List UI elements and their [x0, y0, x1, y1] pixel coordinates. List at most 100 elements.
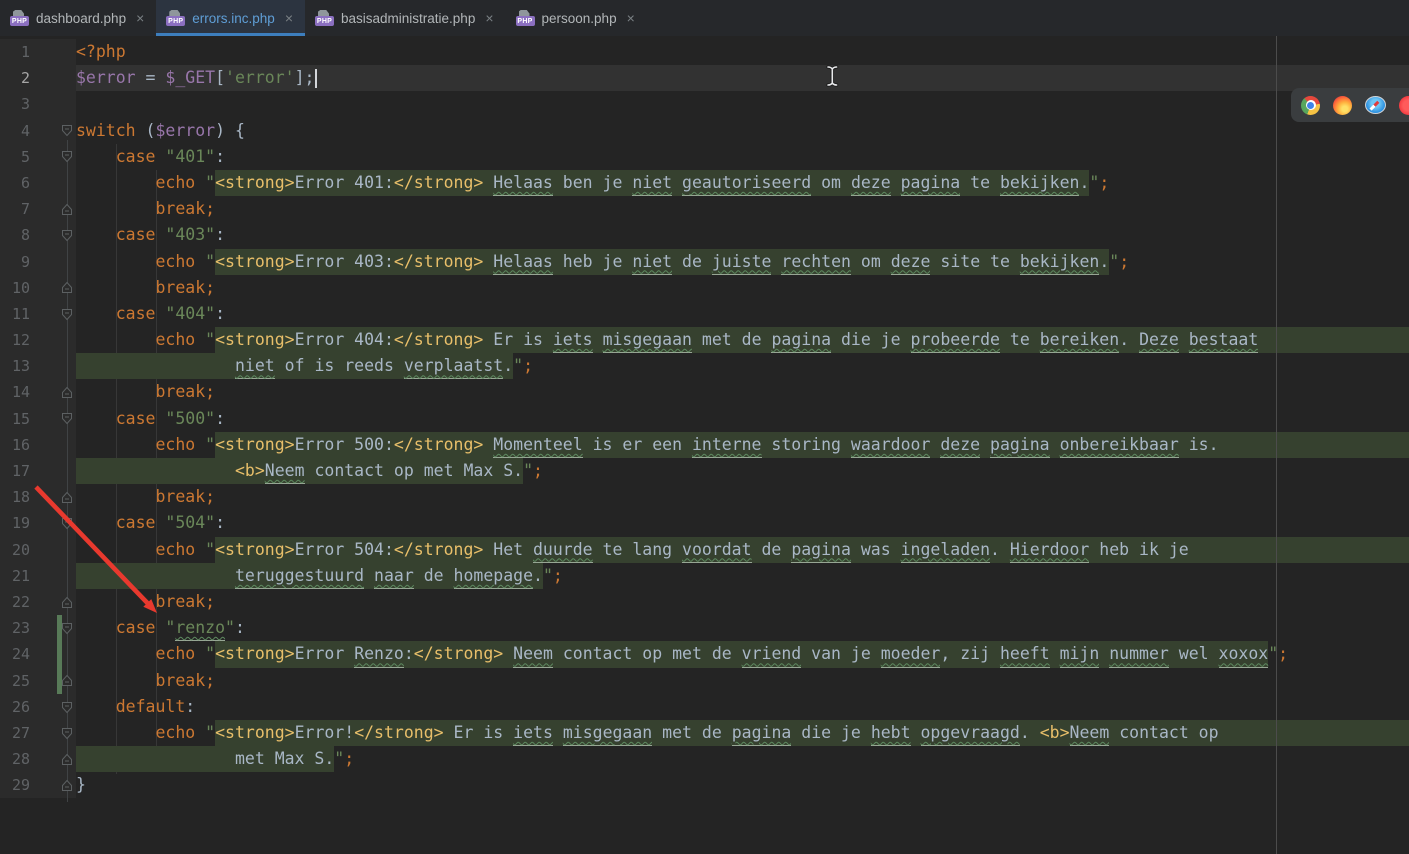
gutter-cell: 21 [0, 563, 76, 589]
chrome-icon[interactable] [1301, 96, 1320, 115]
code-token [76, 563, 235, 589]
line-number: 14 [0, 379, 30, 405]
line-number: 1 [0, 39, 30, 65]
code-editor[interactable]: 1<?php2$error = $_GET['error'];34switch … [0, 36, 1409, 854]
fold-marker-end-icon[interactable] [61, 203, 73, 216]
code-line-content: echo "<strong>Error 500:</strong> Moment… [76, 432, 1409, 458]
code-line-content: echo "<strong>Error 504:</strong> Het du… [76, 537, 1409, 563]
gutter-cell: 12 [0, 327, 76, 353]
code-token [1099, 641, 1109, 667]
code-token: " [205, 641, 215, 667]
fold-marker-end-icon[interactable] [61, 779, 73, 792]
fold-marker-end-icon[interactable] [61, 674, 73, 687]
code-token: bekijken [1000, 170, 1079, 196]
code-token: break; [155, 196, 215, 222]
fold-marker-end-icon[interactable] [61, 596, 73, 609]
code-token: . [1119, 327, 1139, 353]
code-token [503, 641, 513, 667]
close-icon[interactable]: × [485, 11, 493, 25]
tab-persoon.php[interactable]: PHPpersoon.php× [506, 0, 647, 36]
code-token: break; [155, 275, 215, 301]
code-token: <strong> [215, 249, 294, 275]
tab-label: basisadministratie.php [341, 11, 475, 26]
code-line-content: echo "<strong>Error 404:</strong> Er is … [76, 327, 1409, 353]
code-token: moeder [881, 641, 941, 667]
code-token [364, 563, 374, 589]
code-token [76, 668, 155, 694]
code-token: ) { [215, 118, 245, 144]
code-token: " [165, 615, 175, 641]
code-token: $error [76, 65, 136, 91]
code-line-content: break; [76, 668, 1409, 694]
right-margin-guide [1276, 36, 1277, 854]
code-token: <strong> [215, 432, 294, 458]
code-token: Er is [483, 327, 553, 353]
opera-icon[interactable] [1399, 96, 1409, 115]
code-token: : [185, 694, 195, 720]
code-token: case [116, 615, 166, 641]
firefox-icon[interactable] [1333, 96, 1352, 115]
code-token: . [1099, 249, 1109, 275]
fold-marker-open-icon[interactable] [61, 308, 73, 321]
tab-dashboard.php[interactable]: PHPdashboard.php× [0, 0, 156, 36]
code-token: storing [762, 432, 851, 458]
code-token [76, 510, 116, 536]
code-lines: 1<?php2$error = $_GET['error'];34switch … [0, 36, 1409, 854]
code-line: 18 break; [0, 484, 1409, 510]
tab-errors.inc.php[interactable]: PHPerrors.inc.php× [156, 0, 305, 36]
code-token: " [334, 746, 344, 772]
fold-marker-end-icon[interactable] [61, 491, 73, 504]
fold-marker-open-icon[interactable] [61, 622, 73, 635]
code-token [76, 170, 155, 196]
fold-marker-end-icon[interactable] [61, 753, 73, 766]
code-token: $error [155, 118, 215, 144]
fold-marker-end-icon[interactable] [61, 386, 73, 399]
code-token: heb ik je [1089, 537, 1188, 563]
fold-marker-end-icon[interactable] [61, 281, 73, 294]
code-token: niet [632, 249, 672, 275]
code-token: deze [891, 249, 931, 275]
fold-marker-open-icon[interactable] [61, 701, 73, 714]
code-token: </strong> [394, 170, 483, 196]
fold-marker-open-icon[interactable] [61, 727, 73, 740]
code-token: contact op met de [553, 641, 742, 667]
line-number: 10 [0, 275, 30, 301]
code-line: 26 default: [0, 694, 1409, 720]
gutter-cell: 9 [0, 249, 76, 275]
code-token [76, 196, 155, 222]
code-token: geautoriseerd [682, 170, 811, 196]
close-icon[interactable]: × [285, 11, 293, 25]
close-icon[interactable]: × [136, 11, 144, 25]
line-number: 18 [0, 484, 30, 510]
code-token: Neem [513, 641, 553, 667]
safari-icon[interactable] [1365, 96, 1386, 114]
code-line-content: <?php [76, 39, 1409, 65]
fold-marker-open-icon[interactable] [61, 124, 73, 137]
code-token: is er een [583, 432, 692, 458]
code-token: pagina [990, 432, 1050, 458]
fold-marker-open-icon[interactable] [61, 412, 73, 425]
code-token: "404" [165, 301, 215, 327]
close-icon[interactable]: × [627, 11, 635, 25]
code-token: ; [1119, 249, 1129, 275]
tab-basisadministratie.php[interactable]: PHPbasisadministratie.php× [305, 0, 506, 36]
code-token: wel [1169, 641, 1219, 667]
code-token: : [215, 406, 225, 432]
gutter-cell: 2 [0, 65, 76, 91]
code-line-content: case "renzo": [76, 615, 1409, 641]
code-token [1050, 641, 1060, 667]
code-line: 11 case "404": [0, 301, 1409, 327]
code-token: : [235, 615, 245, 641]
code-line-content: break; [76, 379, 1409, 405]
code-token: Helaas [493, 249, 553, 275]
fold-marker-open-icon[interactable] [61, 150, 73, 163]
code-line-content: case "404": [76, 301, 1409, 327]
code-line: 23 case "renzo": [0, 615, 1409, 641]
code-token: naar [374, 563, 414, 589]
code-token: . [1020, 720, 1040, 746]
code-token: bekijken [1020, 249, 1099, 275]
fold-marker-open-icon[interactable] [61, 229, 73, 242]
code-token: xoxox [1219, 641, 1269, 667]
fold-marker-open-icon[interactable] [61, 517, 73, 530]
code-token: " [205, 249, 215, 275]
